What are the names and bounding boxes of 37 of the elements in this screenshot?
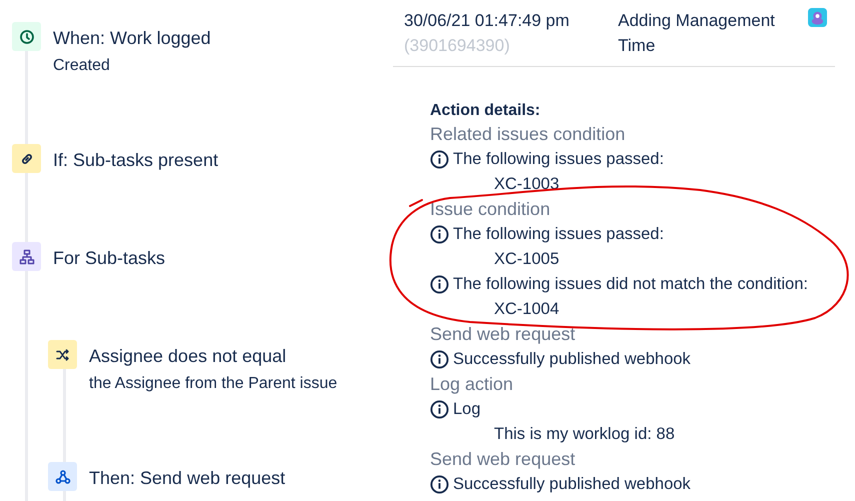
log-id: (3901694390): [404, 35, 511, 57]
info-message: Log: [453, 400, 481, 419]
issue-entry: XC-1004: [493, 299, 560, 320]
info-icon: [430, 275, 449, 294]
shuffle-icon: [54, 346, 70, 362]
issue-entry: XC-1005: [493, 249, 560, 270]
section-title: Issue condition: [430, 198, 552, 221]
hierarchy-icon: [18, 248, 34, 264]
step-subtitle: the Assignee from the Parent issue: [89, 374, 338, 394]
info-icon: [430, 350, 449, 369]
section-title: Send web request: [430, 323, 576, 346]
section-title: Send web request: [430, 448, 576, 471]
section-title: Related issues condition: [430, 123, 626, 146]
info-message: Successfully published webhook: [453, 475, 691, 494]
robot-avatar-icon: [808, 8, 827, 27]
details-heading: Action details:: [430, 101, 542, 121]
info-message: The following issues did not match the condition:: [453, 275, 808, 294]
info-icon: [430, 150, 449, 169]
step-title: Then: Send web request: [89, 467, 286, 490]
info-message: The following issues passed:: [453, 150, 664, 169]
step-subtitle: Created: [53, 56, 111, 76]
log-summary: Adding Management Time: [618, 10, 776, 57]
info-message: Successfully published webhook: [453, 350, 691, 369]
step-title: Assignee does not equal: [89, 345, 288, 368]
log-date: 30/06/21 01:47:49 pm: [404, 10, 570, 32]
clock-icon: [18, 28, 34, 44]
issue-entry: XC-1003: [493, 174, 560, 195]
info-message: The following issues passed:: [453, 225, 664, 244]
step-title: When: Work logged: [53, 27, 211, 50]
step-title: If: Sub-tasks present: [53, 149, 218, 172]
step-title: For Sub-tasks: [53, 247, 166, 270]
issue-entry: This is my worklog id: 88: [493, 424, 676, 445]
section-title: Log action: [430, 373, 514, 396]
info-icon: [430, 475, 449, 494]
info-icon: [430, 400, 449, 419]
info-icon: [430, 225, 449, 244]
webhook-icon: [54, 468, 70, 484]
